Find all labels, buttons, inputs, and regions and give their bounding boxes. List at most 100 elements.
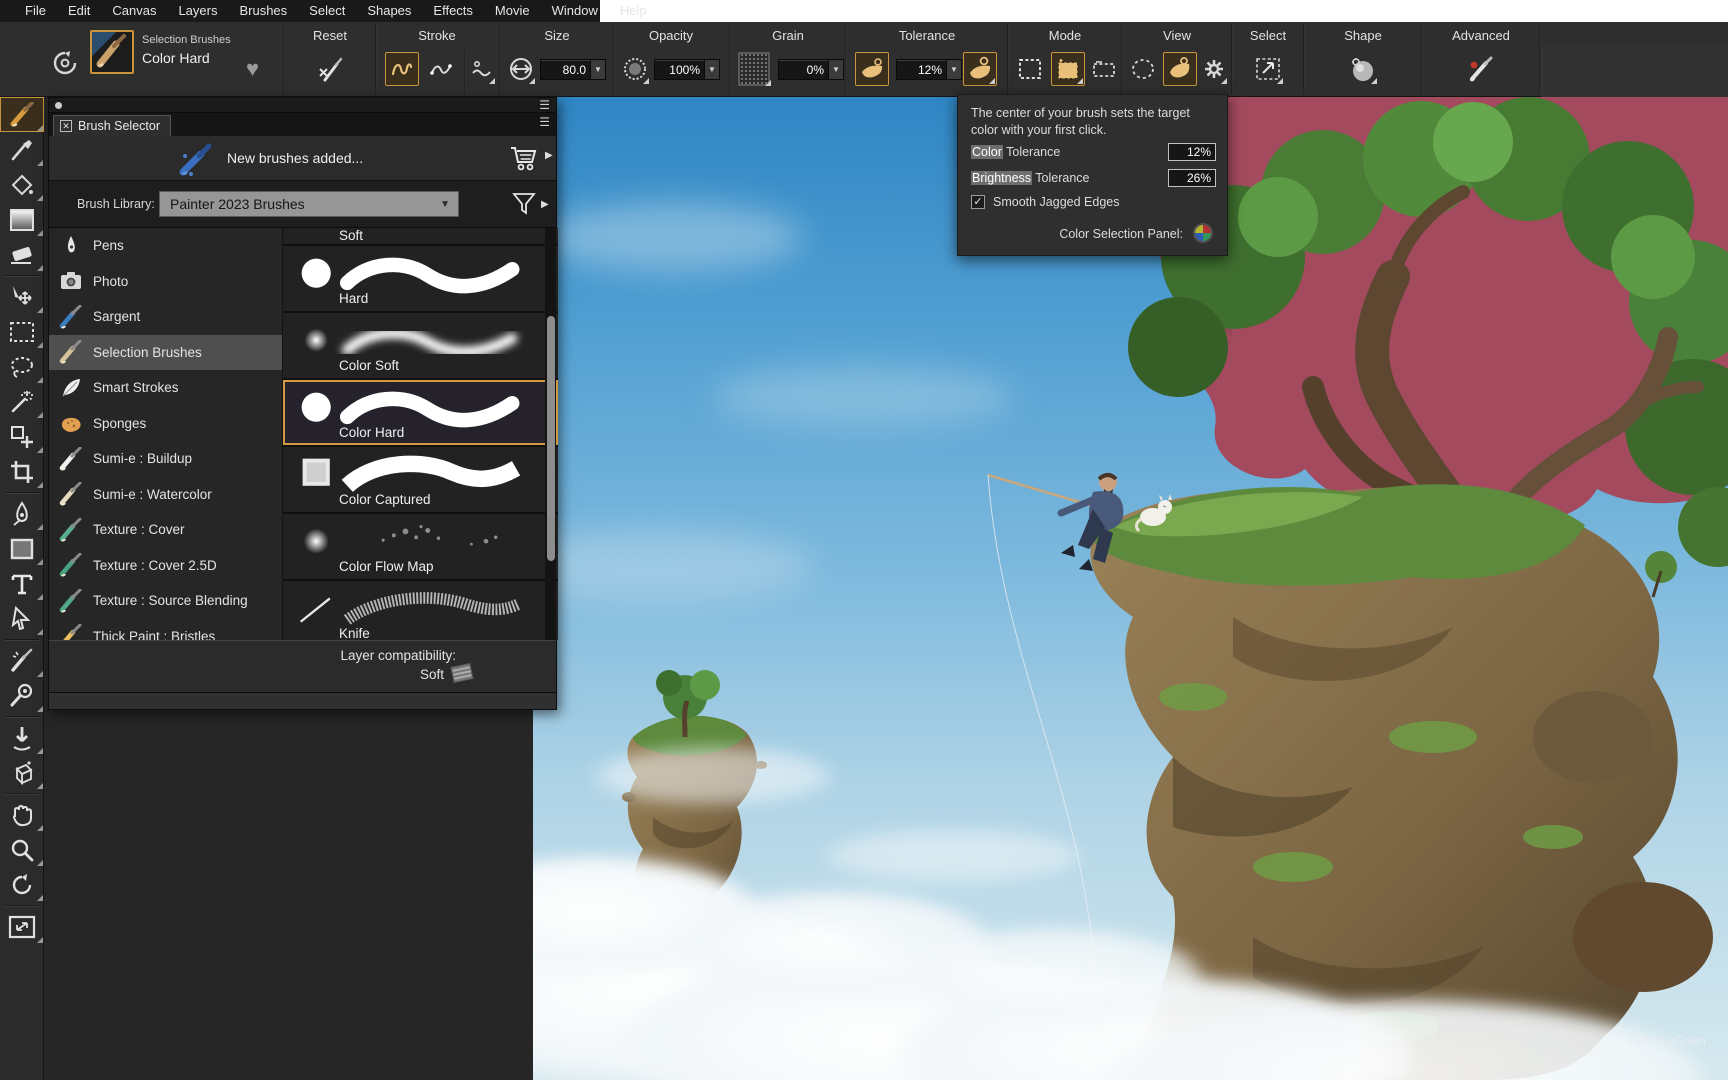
tool-divine-proportion[interactable] [0,720,44,755]
shape-attributes-button[interactable] [1345,52,1379,86]
category-smart-strokes[interactable]: Smart Strokes [49,370,282,406]
tolerance-wand-button[interactable] [855,52,889,86]
straight-line-stroke-button[interactable] [424,52,458,86]
category-thick-paint-bristles[interactable]: Thick Paint : Bristles [49,619,282,641]
select-transform-button[interactable] [1251,52,1285,86]
restore-default-variant-button[interactable] [48,46,82,80]
tool-zoom[interactable] [0,832,44,867]
favorite-heart-icon[interactable]: ♥ [246,56,259,82]
filter-funnel-icon[interactable] [511,191,537,217]
new-brushes-banner[interactable]: New brushes added... ▶ [49,136,556,181]
variant-knife[interactable]: Knife [283,581,558,640]
filter-expand-arrow[interactable]: ▶ [541,199,549,210]
tool-crop[interactable] [0,454,44,489]
menu-help[interactable]: Help [609,0,658,22]
variant-color-captured[interactable]: Color Captured [283,447,558,514]
drawer-menu-icon[interactable]: ☰ [539,100,550,111]
size-dropdown-arrow[interactable]: ▼ [590,60,605,79]
variant-scrollbar[interactable] [545,228,556,640]
variant-color-flow-map[interactable]: Color Flow Map [283,514,558,581]
tool-rotate[interactable] [0,867,44,902]
category-sumi-e-watercolor[interactable]: Sumi-e : Watercolor [49,477,282,513]
tool-fill[interactable] [0,167,44,202]
category-pens[interactable]: Pens [49,228,282,264]
tool-mirror[interactable] [0,643,44,678]
grain-icon-button[interactable] [735,50,773,88]
color-tolerance-value[interactable]: 12% [1168,143,1216,161]
menu-layers[interactable]: Layers [167,0,228,22]
advanced-brush-settings-button[interactable] [1463,52,1497,86]
opacity-dropdown-arrow[interactable]: ▼ [704,60,719,79]
category-selection-brushes[interactable]: Selection Brushes [49,335,282,371]
menu-edit[interactable]: Edit [57,0,101,22]
grain-field[interactable]: 0% ▼ [778,59,844,80]
cart-icon[interactable] [509,144,539,172]
category-sponges[interactable]: Sponges [49,406,282,442]
reset-tool-button[interactable] [313,52,347,86]
tool-navigator[interactable] [0,909,44,944]
menu-effects[interactable]: Effects [422,0,484,22]
tool-magic-wand[interactable] [0,384,44,419]
category-texture-source-blending[interactable]: Texture : Source Blending [49,583,282,619]
checkbox-checked-icon[interactable]: ✓ [971,195,985,209]
category-sargent[interactable]: Sargent [49,299,282,335]
menu-movie[interactable]: Movie [484,0,541,22]
tool-pen[interactable] [0,496,44,531]
menu-canvas[interactable]: Canvas [101,0,167,22]
menu-window[interactable]: Window [541,0,609,22]
menu-brushes[interactable]: Brushes [228,0,298,22]
tool-eraser[interactable] [0,237,44,272]
mode-subtract-selection-button[interactable] [1089,56,1119,82]
tool-hand[interactable] [0,797,44,832]
banner-expand-arrow[interactable]: ▶ [545,150,553,161]
current-brush-thumbnail[interactable] [90,30,134,74]
tool-move[interactable] [0,279,44,314]
variant-soft[interactable]: Soft [283,228,558,246]
smooth-jagged-edges-row[interactable]: ✓ Smooth Jagged Edges [971,195,1119,209]
tolerance-field[interactable]: 12% ▼ [896,59,962,80]
brightness-tolerance-value[interactable]: 26% [1168,169,1216,187]
menu-select[interactable]: Select [298,0,356,22]
tool-rect-select[interactable] [0,314,44,349]
tool-lasso[interactable] [0,349,44,384]
tool-text[interactable] [0,566,44,601]
category-texture-cover[interactable]: Texture : Cover [49,512,282,548]
tolerance-options-wand-button[interactable] [963,52,997,86]
panel-options-icon[interactable]: ☰ [539,117,550,128]
palette-drawer-header[interactable]: ☰ [49,98,556,113]
mode-add-selection-button[interactable] [1051,52,1085,86]
stroke-options-button[interactable] [467,52,497,86]
tool-gradient[interactable] [0,202,44,237]
brightness-tolerance-row[interactable]: Brightness Tolerance 26% [971,171,1216,189]
tool-kaleidoscope[interactable] [0,678,44,713]
tool-brush[interactable] [0,97,44,132]
grain-dropdown-arrow[interactable]: ▼ [828,60,843,79]
variant-color-soft[interactable]: Color Soft [283,313,558,380]
variant-hard[interactable]: Hard [283,246,558,313]
brush-library-select[interactable]: Painter 2023 Brushes ▼ [159,191,459,217]
tool-selection-adjuster[interactable] [0,419,44,454]
menu-file[interactable]: File [14,0,57,22]
category-sumi-e-buildup[interactable]: Sumi-e : Buildup [49,441,282,477]
view-overlay-button[interactable] [1163,52,1197,86]
tool-dropper[interactable] [0,132,44,167]
mode-replace-selection-button[interactable] [1013,52,1047,86]
category-texture-cover-2-5d[interactable]: Texture : Cover 2.5D [49,548,282,584]
tool-shape-cursor[interactable] [0,601,44,636]
variant-scroll-thumb[interactable] [547,316,555,561]
menu-shapes[interactable]: Shapes [356,0,422,22]
size-field[interactable]: 80.0 ▼ [540,59,606,80]
color-tolerance-row[interactable]: Color Tolerance 12% [971,145,1216,163]
variant-color-hard[interactable]: Color Hard [283,380,558,447]
tab-brush-selector[interactable]: ✕ Brush Selector [53,115,171,136]
color-wheel-icon[interactable] [1193,223,1213,243]
view-settings-button[interactable] [1199,52,1229,86]
tool-rect-shape[interactable] [0,531,44,566]
tool-perspective[interactable] [0,755,44,790]
opacity-field[interactable]: 100% ▼ [654,59,720,80]
category-photo[interactable]: Photo [49,264,282,300]
tolerance-dropdown-arrow[interactable]: ▼ [946,60,961,79]
opacity-icon-button[interactable] [619,52,651,86]
tab-close-icon[interactable]: ✕ [60,120,72,132]
size-icon-button[interactable] [505,52,537,86]
